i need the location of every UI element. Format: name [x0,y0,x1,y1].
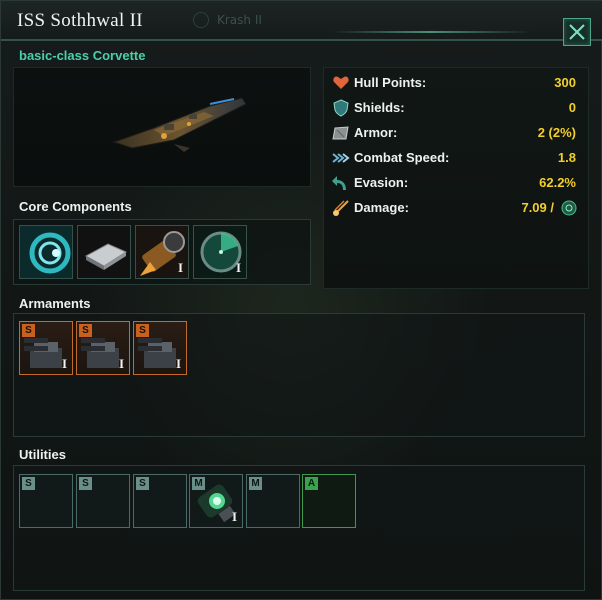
utility-slot-5[interactable]: M [246,474,300,528]
slot-size-badge: S [79,477,92,490]
core-components-box: I I [13,219,311,285]
stat-combat-speed: Combat Speed: 1.8 [332,147,582,169]
weapon-slot-1[interactable]: S I [19,321,73,375]
stat-shields: Shields: 0 [332,97,582,119]
slot-size-badge: S [79,324,92,337]
slot-size-badge: A [305,477,318,490]
utility-slot-3[interactable]: S [133,474,187,528]
computer-chip-icon [78,226,130,278]
background-tab-label: Krash II [217,13,262,27]
slot-size-badge: S [22,477,35,490]
damage-projectile-icon [333,200,349,216]
hyperdrive-icon [20,226,72,278]
heart-icon [333,76,349,89]
slot-size-badge: M [192,477,205,490]
close-x-icon [569,24,585,40]
utilities-box: S S S M I M A [13,465,585,591]
core-components-label: Core Components [19,199,132,214]
auxiliary-slot[interactable]: A [302,474,356,528]
speed-arrows-icon [332,153,350,163]
tier-label: I [118,356,124,371]
armor-plate-icon [332,126,349,140]
slot-size-badge: S [136,477,149,490]
close-button[interactable] [563,18,591,46]
stat-armor: Armor: 2 (2%) [332,122,582,144]
stat-damage: Damage: 7.09 / [332,197,582,219]
background-tab: Krash II [189,9,299,31]
core-slot-ftl[interactable] [19,225,73,279]
tier-label: I [231,509,237,524]
tier-label: I [61,356,67,371]
utility-slot-1[interactable]: S [19,474,73,528]
tier-label: I [177,260,183,275]
armaments-label: Armaments [19,296,91,311]
shield-icon [333,99,349,117]
faint-emblem-icon [193,12,209,28]
utilities-label: Utilities [19,447,66,462]
core-slot-thruster[interactable]: I [135,225,189,279]
ship-preview [13,67,311,187]
stat-hull-points: Hull Points: 300 [332,72,582,94]
slot-size-badge: S [22,324,35,337]
title-bar: ISS Sothhwal II Krash II [1,1,602,41]
utility-slot-4[interactable]: M I [189,474,243,528]
ship-stats-panel: Hull Points: 300 Shields: 0 Armor: 2 (2%… [323,67,589,289]
ship-details-window: ISS Sothhwal II Krash II basic-class Cor… [0,0,602,600]
armaments-box: S I S I S I [13,313,585,437]
tier-label: I [235,260,241,275]
core-slot-sensor[interactable]: I [193,225,247,279]
core-slot-computer[interactable] [77,225,131,279]
tier-label: I [175,356,181,371]
corvette-ship-image [112,97,247,152]
stat-evasion: Evasion: 62.2% [332,172,582,194]
slot-size-badge: M [249,477,262,490]
ship-class-subtitle: basic-class Corvette [19,48,146,63]
target-reticle-icon [561,200,577,216]
ship-name-title: ISS Sothhwal II [17,10,143,31]
slot-size-badge: S [136,324,149,337]
weapon-slot-3[interactable]: S I [133,321,187,375]
weapon-slot-2[interactable]: S I [76,321,130,375]
evasion-arrow-icon [332,176,346,190]
utility-slot-2[interactable]: S [76,474,130,528]
